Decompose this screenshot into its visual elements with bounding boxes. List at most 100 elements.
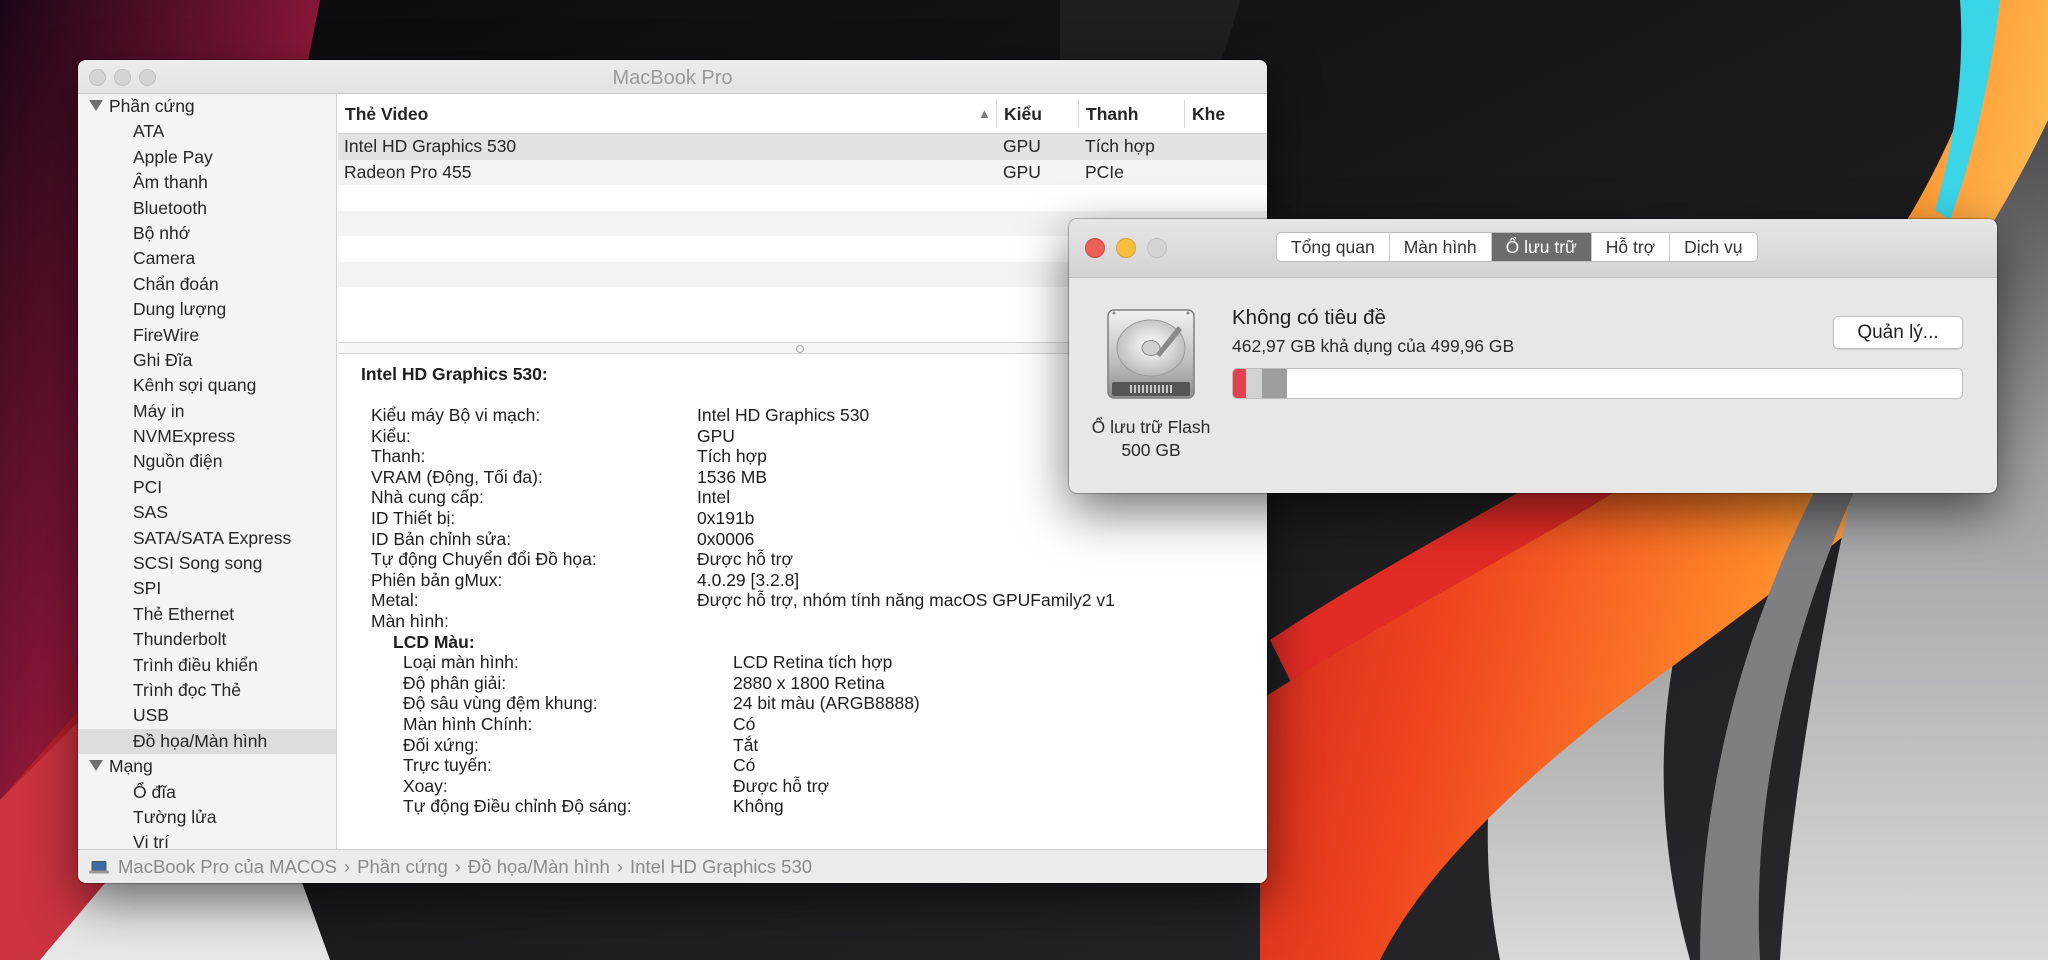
volume-name: Không có tiêu đề [1232, 306, 1386, 329]
detail-key: Xoay: [403, 775, 448, 796]
sidebar-item[interactable]: Camera [78, 246, 336, 271]
sidebar-item[interactable]: Dung lượng [78, 297, 336, 322]
breadcrumb-item[interactable]: Intel HD Graphics 530 [630, 856, 812, 877]
close-button[interactable] [1085, 238, 1105, 258]
displays-label: Màn hình: [371, 611, 449, 631]
detail-value: 1536 MB [697, 466, 768, 487]
sidebar-item[interactable]: Máy in [78, 399, 336, 424]
about-title-bar[interactable]: Tổng quan Màn hình Ổ lưu trữ Hỗ trợ Dịch vụ [1069, 219, 1997, 278]
detail-key: Độ phân giải: [403, 672, 507, 693]
detail-value: 0x191b [697, 508, 755, 528]
sort-ascending-icon[interactable]: ▲ [978, 94, 991, 134]
breadcrumb-item[interactable]: Phần cứng [357, 856, 448, 877]
title-bar[interactable]: MacBook Pro [78, 60, 1267, 94]
sidebar-item[interactable]: Âm thanh [78, 170, 336, 195]
breadcrumb: MacBook Pro của MACOS › Phần cứng › Đồ họa/M… [118, 850, 812, 883]
manage-button[interactable]: Quản lý... [1833, 316, 1963, 349]
sidebar-item[interactable]: Kênh sợi quang [78, 373, 336, 398]
storage-segment-documents [1246, 369, 1262, 398]
divider-grip-icon[interactable] [796, 345, 804, 353]
disk-size-label: 500 GB [1121, 440, 1181, 460]
detail-value: 0x0006 [697, 528, 755, 549]
table-cell: GPU [1003, 136, 1041, 156]
minimize-button[interactable] [1116, 238, 1136, 258]
tab-item[interactable]: Hỗ trợ [1592, 233, 1671, 261]
tab-item[interactable]: Dịch vụ [1670, 233, 1756, 261]
detail-value: Không [733, 796, 784, 817]
sidebar-group[interactable]: Phần cứng [78, 94, 336, 119]
sidebar-item[interactable]: NVMExpress [78, 424, 336, 449]
detail-key: Phiên bản gMux: [371, 569, 503, 590]
sidebar-item[interactable]: Nguồn điện [78, 449, 336, 474]
sidebar-item[interactable]: Thẻ Ethernet [78, 602, 336, 627]
breadcrumb-item[interactable]: Đồ họa/Màn hình [468, 856, 610, 877]
column-header-type[interactable]: Kiểu [997, 94, 1042, 134]
detail-key: Kiểu: [371, 425, 411, 446]
detail-key: Nhà cung cấp: [371, 487, 484, 508]
sidebar-item[interactable]: ATA [78, 119, 336, 144]
detail-value: Có [733, 755, 756, 776]
sidebar-item[interactable]: Ổ đĩa [78, 780, 336, 805]
sidebar-item[interactable]: Vị trí [78, 830, 336, 849]
volume-available: 462,97 GB khả dụng của 499,96 GB [1232, 336, 1515, 356]
detail-key: VRAM (Động, Tối đa): [371, 466, 543, 487]
sidebar-item[interactable]: Thunderbolt [78, 627, 336, 652]
detail-value: GPU [697, 425, 735, 446]
storage-usage-bar [1232, 368, 1963, 399]
detail-value: Intel [697, 487, 731, 508]
sidebar-item[interactable]: Trình điều khiển [78, 653, 336, 678]
column-header-bus[interactable]: Thanh [1079, 94, 1139, 134]
table-cell: PCIe [1085, 161, 1124, 182]
sidebar-item[interactable]: Bộ nhớ [78, 221, 336, 246]
sidebar-group-label: Phần cứng [109, 96, 195, 116]
table-cell: GPU [1003, 161, 1041, 182]
disclosure-triangle-icon[interactable] [89, 100, 103, 111]
sidebar-item[interactable]: Chẩn đoán [78, 272, 336, 297]
table-header: Thẻ Video ▲ Kiểu Thanh Khe [338, 94, 1267, 134]
laptop-icon [89, 861, 109, 874]
sidebar-item[interactable]: SATA/SATA Express [78, 526, 336, 551]
detail-value: Có [733, 714, 756, 734]
detail-value: LCD Retina tích hợp [733, 652, 893, 673]
zoom-button[interactable] [1147, 238, 1167, 258]
detail-key: Thanh: [371, 446, 426, 467]
sidebar-item[interactable]: PCI [78, 475, 336, 500]
table-row[interactable]: Intel HD Graphics 530 GPU Tích hợp [338, 134, 1267, 160]
table-row[interactable]: Radeon Pro 455 GPU PCIe [338, 159, 1267, 185]
about-this-mac-window: Tổng quan Màn hình Ổ lưu trữ Hỗ trợ Dịch vụ [1069, 219, 1997, 493]
sidebar-item[interactable]: SPI [78, 576, 336, 601]
tab-item[interactable]: Tổng quan [1277, 233, 1390, 261]
detail-key: Metal: [371, 590, 419, 611]
table-cell: Intel HD Graphics 530 [344, 136, 517, 156]
detail-key: Độ sâu vùng đệm khung: [403, 693, 598, 714]
detail-value: 24 bit màu (ARGB8888) [733, 693, 920, 714]
detail-key: Tự động Điều chỉnh Độ sáng: [403, 796, 632, 817]
sidebar-group[interactable]: Mạng [78, 754, 336, 779]
sidebar-item[interactable]: Ghi Đĩa [78, 348, 336, 373]
tab-item[interactable]: Ổ lưu trữ [1491, 233, 1592, 261]
detail-key: Đối xứng: [403, 734, 479, 755]
sidebar-item[interactable]: SCSI Song song [78, 551, 336, 576]
sidebar-item[interactable]: Apple Pay [78, 145, 336, 170]
breadcrumb-item[interactable]: MacBook Pro của MACOS [118, 856, 337, 877]
window-title: MacBook Pro [612, 67, 733, 89]
table-cell: Radeon Pro 455 [344, 161, 472, 182]
sidebar-item[interactable]: Tường lửa [78, 805, 336, 830]
sidebar-item[interactable]: FireWire [78, 323, 336, 348]
detail-value: Tắt [733, 734, 759, 755]
breadcrumb-separator-icon: › [616, 856, 624, 877]
sidebar[interactable]: Phần cứng ATA Apple Pay Âm thanh Bluetooth Bộ… [78, 94, 337, 849]
tab-item[interactable]: Màn hình [1390, 233, 1492, 261]
storage-segment-apps [1233, 369, 1246, 398]
disclosure-triangle-icon[interactable] [89, 760, 103, 772]
sidebar-item[interactable]: Trình đọc Thẻ [78, 678, 336, 703]
sidebar-item[interactable]: SAS [78, 500, 336, 525]
column-header-slot[interactable]: Khe [1185, 94, 1225, 134]
column-header-video-card[interactable]: Thẻ Video [338, 94, 428, 134]
sidebar-item[interactable]: USB [78, 703, 336, 728]
detail-value: Được hỗ trợ [733, 775, 829, 796]
hard-drive-icon [1107, 309, 1195, 399]
sidebar-item[interactable]: Bluetooth [78, 196, 336, 221]
display-name-heading: LCD Màu: [393, 631, 475, 652]
sidebar-item[interactable]: Đồ họa/Màn hình [78, 728, 336, 755]
